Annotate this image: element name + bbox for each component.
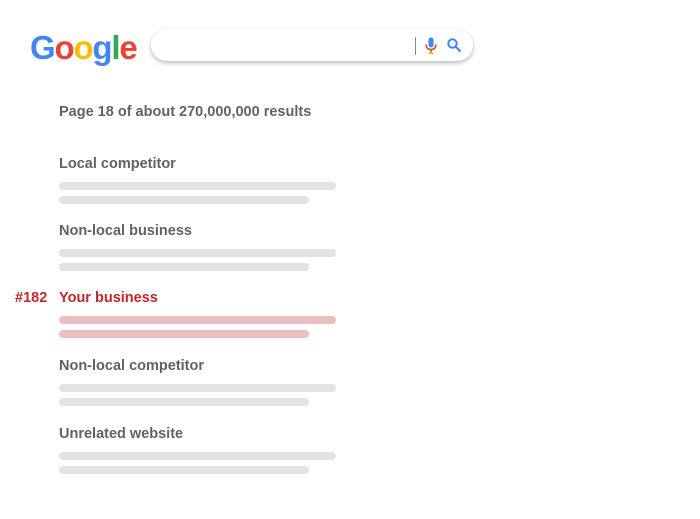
search-box[interactable] xyxy=(151,29,473,61)
result-snippet-line xyxy=(59,196,309,204)
result-snippet-line xyxy=(59,182,336,190)
result-snippet-line xyxy=(59,398,309,406)
logo-letter: o xyxy=(73,29,93,66)
result-title[interactable]: Local competitor xyxy=(59,156,176,172)
search-icon[interactable] xyxy=(447,38,461,52)
result-title[interactable]: Non-local business xyxy=(59,223,192,239)
result-title[interactable]: Your business xyxy=(59,290,158,306)
google-logo[interactable]: Google xyxy=(30,28,138,68)
mic-icon[interactable] xyxy=(425,37,437,55)
logo-letter: o xyxy=(54,29,74,66)
result-title[interactable]: Unrelated website xyxy=(59,426,183,442)
logo-letter: G xyxy=(30,29,56,66)
search-divider xyxy=(415,37,416,55)
result-title[interactable]: Non-local competitor xyxy=(59,358,204,374)
result-snippet-line xyxy=(59,330,309,338)
result-snippet-line xyxy=(59,316,336,324)
results-summary: Page 18 of about 270,000,000 results xyxy=(59,104,312,120)
result-snippet-line xyxy=(59,452,336,460)
logo-letter: e xyxy=(119,29,137,66)
result-snippet-line xyxy=(59,466,309,474)
result-snippet-line xyxy=(59,249,336,257)
result-rank-badge: #182 xyxy=(15,290,48,306)
logo-letter: g xyxy=(92,29,112,66)
result-snippet-line xyxy=(59,384,336,392)
search-input[interactable] xyxy=(165,35,410,55)
logo-letter: l xyxy=(111,29,120,66)
result-snippet-line xyxy=(59,263,309,271)
